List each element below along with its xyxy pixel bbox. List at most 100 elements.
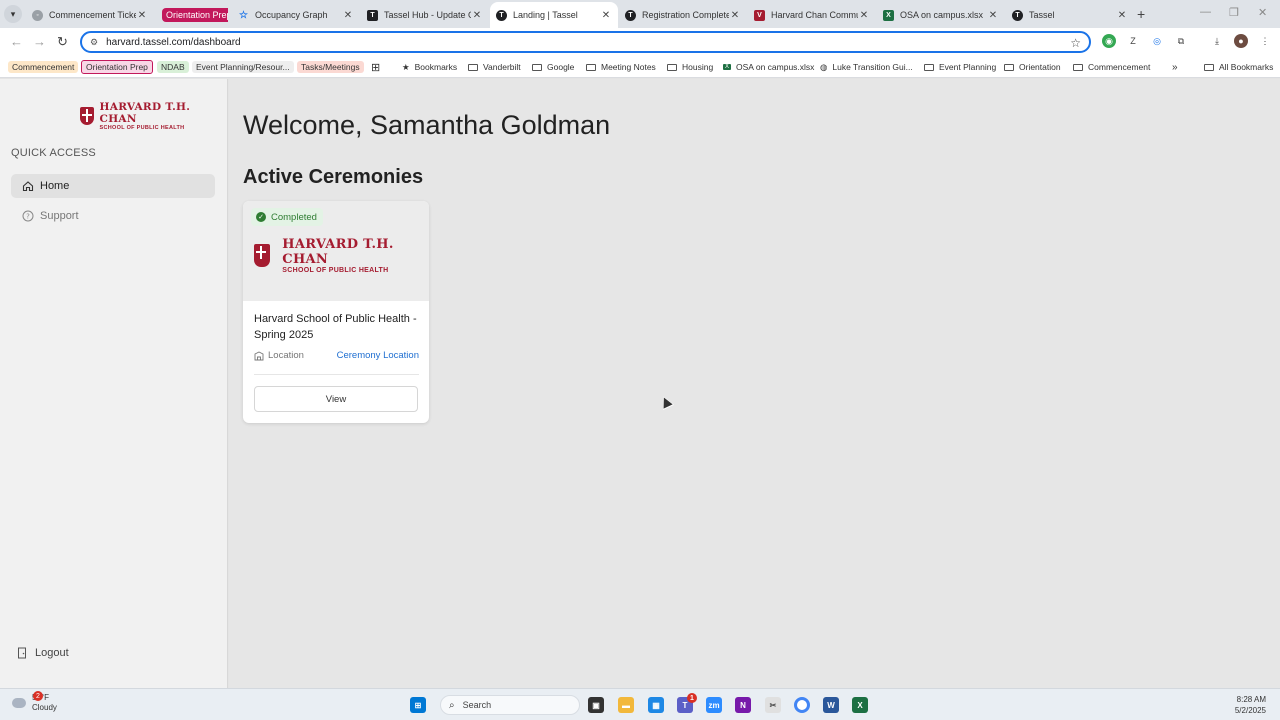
weather-widget[interactable]: 2 56°F Cloudy — [12, 691, 57, 713]
bookmark-label: Housing — [682, 62, 714, 72]
bookmark-bookmarks[interactable]: ★ Bookmarks — [402, 59, 457, 75]
bookmark-google[interactable]: Google — [532, 59, 574, 75]
sidebar-item-support[interactable]: ? Support — [11, 204, 215, 228]
tab-commencement-ticket[interactable]: ◦ Commencement Ticket ✕ — [26, 3, 154, 27]
building-icon — [254, 350, 264, 360]
restore-icon[interactable]: ❐ — [1229, 6, 1239, 19]
bookmark-event-planning-folder[interactable]: Event Planning — [924, 59, 996, 75]
star-icon: ☆ — [239, 9, 248, 21]
bookmark-label: Orientation Prep — [81, 60, 153, 74]
url-text: harvard.tassel.com/dashboard — [106, 36, 241, 48]
task-view-icon[interactable]: ▣ — [588, 697, 604, 713]
menu-kebab-icon[interactable]: ⋮ — [1258, 34, 1272, 48]
word-icon[interactable]: W — [823, 697, 839, 713]
weather-desc: Cloudy — [32, 703, 57, 712]
folder-icon — [924, 63, 934, 71]
minimize-icon[interactable]: — — [1200, 6, 1211, 18]
browser-tabstrip: ▾ ◦ Commencement Ticket ✕ Orientation Pr… — [0, 0, 1280, 28]
ceremony-location-link[interactable]: Ceremony Location — [337, 350, 419, 361]
bookmark-orientation-folder[interactable]: Orientation — [1004, 59, 1061, 75]
card-divider — [254, 374, 419, 375]
tab-harvard-chan[interactable]: V Harvard Chan Commu ✕ — [748, 3, 876, 27]
extension-z-icon[interactable]: Z — [1126, 34, 1140, 48]
zoom-icon[interactable]: zm — [706, 697, 722, 713]
all-bookmarks[interactable]: All Bookmarks — [1204, 59, 1273, 75]
ceremony-card[interactable]: ✓ Completed HARVARD T.H. CHAN SCHOOL OF … — [243, 201, 429, 423]
tab-search-button[interactable]: ▾ — [4, 5, 22, 23]
tab-group-orientation-prep[interactable]: Orientation Prep — [156, 3, 228, 27]
bookmark-tasks-meetings-chip[interactable]: Tasks/Meetings — [297, 59, 364, 75]
svg-text:?: ? — [26, 213, 30, 221]
sidebar: HARVARD T.H. CHAN SCHOOL OF PUBLIC HEALT… — [0, 79, 228, 688]
close-icon[interactable]: ✕ — [1116, 10, 1128, 21]
close-icon[interactable]: ✕ — [858, 10, 870, 21]
file-explorer-icon[interactable]: ▬ — [618, 697, 634, 713]
status-badge: ✓ Completed — [251, 208, 323, 226]
sidebar-item-home[interactable]: Home — [11, 174, 215, 198]
bookmark-label: Meeting Notes — [601, 62, 656, 72]
tab-landing-tassel[interactable]: T Landing | Tassel ✕ — [490, 2, 618, 28]
windows-start-icon[interactable]: ⊞ — [410, 697, 426, 713]
tab-osa-on-campus[interactable]: X OSA on campus.xlsx ✕ — [877, 3, 1005, 27]
harvard-chan-logo[interactable]: HARVARD T.H. CHAN SCHOOL OF PUBLIC HEALT… — [80, 101, 227, 131]
tab-group-label: Orientation Prep — [162, 8, 228, 22]
address-bar[interactable]: ⚙ harvard.tassel.com/dashboard ☆ — [80, 31, 1091, 53]
excel-icon[interactable]: X — [852, 697, 868, 713]
back-icon[interactable]: ← — [10, 34, 23, 49]
reload-icon[interactable]: ↻ — [57, 34, 68, 50]
bookmark-event-planning-chip[interactable]: Event Planning/Resour... — [192, 59, 294, 75]
close-icon[interactable]: ✕ — [342, 10, 354, 21]
excel-icon: X — [883, 9, 894, 21]
view-button[interactable]: View — [254, 386, 418, 412]
bookmark-orientation-prep-chip[interactable]: Orientation Prep — [81, 59, 153, 75]
bookmark-label: Event Planning — [939, 62, 997, 72]
bookmark-vanderbilt[interactable]: Vanderbilt — [468, 59, 521, 75]
card-harvard-logo: HARVARD T.H. CHAN SCHOOL OF PUBLIC HEALT… — [254, 237, 429, 274]
bookmark-label: Luke Transition Gui... — [832, 62, 913, 72]
tassel-icon: T — [496, 9, 507, 21]
close-icon[interactable]: ✕ — [136, 10, 148, 21]
close-icon[interactable]: ✕ — [600, 10, 612, 21]
logout-button[interactable]: Logout — [17, 647, 69, 659]
bookmark-commencement-chip[interactable]: Commencement — [8, 59, 79, 75]
site-info-icon[interactable]: ⚙ — [90, 37, 98, 48]
forward-icon[interactable]: → — [33, 34, 46, 49]
folder-icon — [1204, 63, 1214, 71]
bookmark-star-icon[interactable]: ☆ — [1070, 36, 1081, 50]
onenote-icon[interactable]: N — [735, 697, 751, 713]
taskbar-search[interactable]: ⌕ Search — [440, 695, 580, 715]
folder-icon — [468, 63, 478, 71]
apps-grid-icon[interactable]: ⊞ — [371, 59, 380, 75]
teams-icon[interactable]: T 1 — [677, 693, 697, 713]
page-title: Welcome, Samantha Goldman — [243, 110, 611, 140]
bookmark-osa-on-campus[interactable]: X OSA on campus.xlsx — [723, 59, 814, 75]
store-icon[interactable]: ▦ — [648, 697, 664, 713]
logo-main-text: HARVARD T.H. CHAN — [99, 101, 191, 125]
extension-chrome-icon[interactable]: ◎ — [1150, 34, 1164, 48]
close-icon[interactable]: ✕ — [729, 10, 741, 21]
bookmark-commencement-folder[interactable]: Commencement — [1073, 59, 1150, 75]
new-tab-button[interactable]: + — [1137, 6, 1145, 22]
window-close-icon[interactable]: ✕ — [1258, 6, 1267, 19]
help-circle-icon: ? — [22, 210, 34, 222]
harvard-shield-icon — [254, 244, 271, 267]
more-bookmarks-chevron-icon[interactable]: » — [1172, 59, 1178, 75]
download-icon[interactable]: ⤓ — [1210, 34, 1224, 48]
bookmark-housing[interactable]: Housing — [667, 59, 713, 75]
close-icon[interactable]: ✕ — [471, 10, 483, 21]
close-icon[interactable]: ✕ — [987, 10, 999, 21]
chrome-icon[interactable] — [794, 697, 810, 713]
system-clock[interactable]: 8:28 AM 5/2/2025 — [1235, 694, 1266, 716]
tab-registration-complete[interactable]: T Registration Complete ✕ — [619, 3, 747, 27]
browser-toolbar: ← → ↻ ⚙ harvard.tassel.com/dashboard ☆ ◉… — [0, 28, 1280, 56]
tab-tassel[interactable]: T Tassel ✕ — [1006, 3, 1134, 27]
snipping-tool-icon[interactable]: ✂ — [765, 697, 781, 713]
bookmark-luke-transition[interactable]: ◍ Luke Transition Gui... — [820, 59, 913, 75]
extension-green-icon[interactable]: ◉ — [1102, 34, 1116, 48]
extensions-puzzle-icon[interactable]: ⧉ — [1174, 34, 1188, 48]
tab-occupancy-graph[interactable]: ☆ Occupancy Graph ✕ — [232, 3, 360, 27]
bookmark-meeting-notes[interactable]: Meeting Notes — [586, 59, 656, 75]
bookmark-ndab-chip[interactable]: NDAB — [157, 59, 189, 75]
profile-avatar-icon[interactable]: ● — [1234, 34, 1248, 48]
tab-tassel-hub[interactable]: T Tassel Hub - Update Gr ✕ — [361, 3, 489, 27]
